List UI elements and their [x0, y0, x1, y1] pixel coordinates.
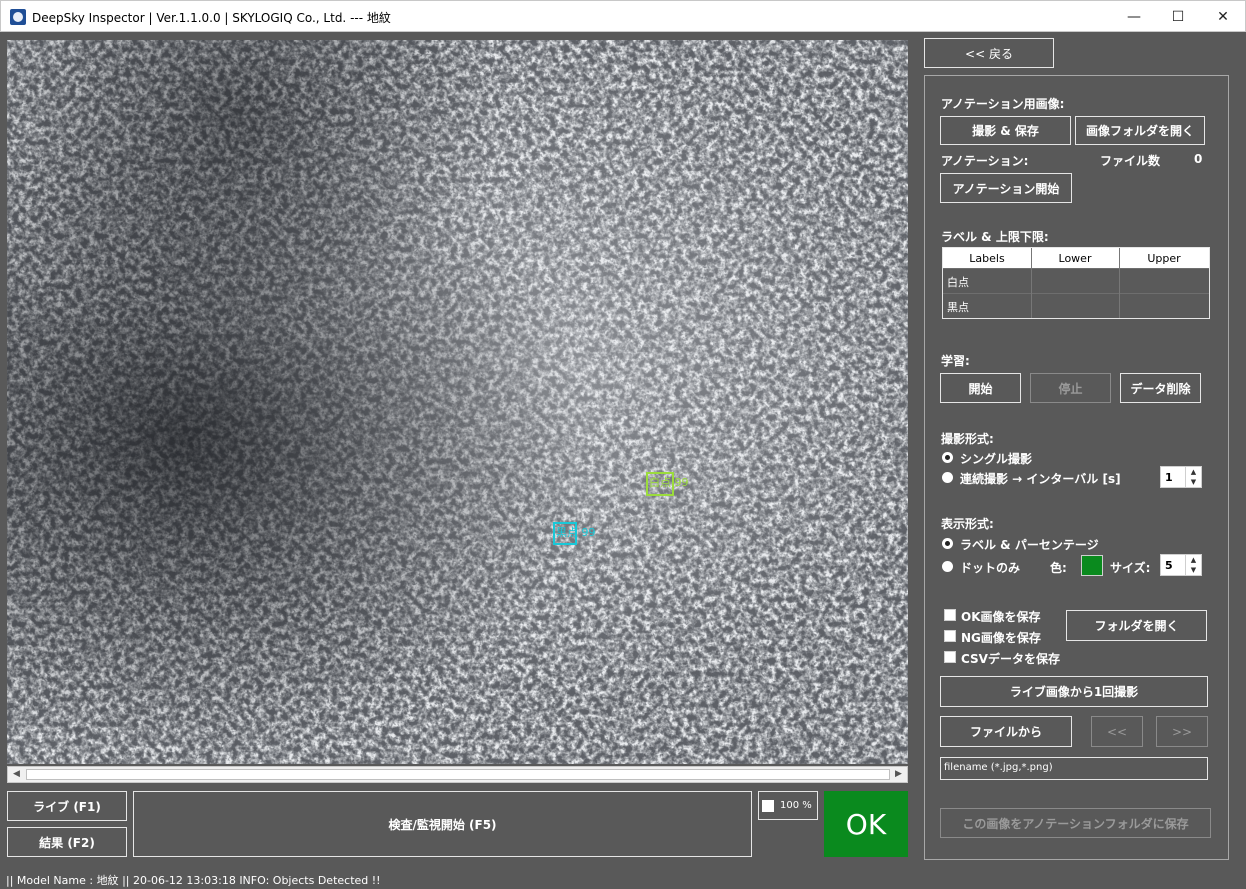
- learn-stop-button[interactable]: 停止: [1030, 373, 1111, 403]
- annotation-image-heading: アノテーション用画像:: [941, 97, 1065, 111]
- column-header-upper: Upper: [1147, 252, 1181, 265]
- result-button[interactable]: 結果 (F2): [7, 827, 127, 857]
- dots-only-label: ドットのみ: [960, 561, 1021, 575]
- table-header: Labels Lower Upper: [943, 248, 1209, 268]
- single-capture-label: シングル撮影: [960, 452, 1033, 466]
- stepper-down-icon[interactable]: ▼: [1185, 565, 1201, 575]
- dot-color-swatch[interactable]: [1081, 555, 1103, 576]
- status-bar: || Model Name : 地紋 || 20-06-12 13:03:18 …: [0, 870, 1246, 889]
- display-mode-heading: 表示形式:: [941, 517, 994, 531]
- annotation-heading: アノテーション:: [941, 154, 1029, 168]
- zoom-checkbox[interactable]: [762, 799, 774, 812]
- single-capture-radio[interactable]: [942, 452, 953, 463]
- learn-start-button[interactable]: 開始: [940, 373, 1021, 403]
- file-count-label: ファイル数: [1100, 154, 1161, 168]
- delete-data-button[interactable]: データ削除: [1120, 373, 1201, 403]
- back-button[interactable]: << 戻る: [924, 38, 1054, 68]
- save-ok-label: OK画像を保存: [961, 610, 1041, 624]
- live-button[interactable]: ライブ (F1): [7, 791, 127, 821]
- inspect-start-button[interactable]: 検査/監視開始 (F5): [133, 791, 752, 857]
- open-image-folder-button[interactable]: 画像フォルダを開く: [1075, 116, 1205, 145]
- table-cell-label: 白点: [947, 276, 969, 289]
- save-ng-label: NG画像を保存: [961, 631, 1041, 645]
- file-count-value: 0: [1194, 152, 1203, 166]
- save-ok-checkbox[interactable]: [944, 609, 956, 621]
- table-divider: [1119, 248, 1120, 318]
- column-header-labels: Labels: [969, 252, 1005, 265]
- learning-heading: 学習:: [941, 354, 970, 368]
- next-image-button[interactable]: >>: [1156, 716, 1208, 747]
- capture-once-button[interactable]: ライブ画像から1回撮影: [940, 676, 1208, 707]
- continuous-capture-label: 連続撮影 → インターバル [s]: [960, 472, 1121, 486]
- zoom-100-toggle[interactable]: 100 %: [758, 791, 818, 820]
- horizontal-scrollbar[interactable]: ◀ ▶: [7, 766, 908, 783]
- start-annotation-button[interactable]: アノテーション開始: [940, 173, 1072, 203]
- maximize-button[interactable]: ☐: [1155, 1, 1201, 32]
- from-file-button[interactable]: ファイルから: [940, 716, 1072, 747]
- dots-only-radio[interactable]: [942, 561, 953, 572]
- scrollbar-thumb[interactable]: [26, 769, 890, 780]
- label-limits-table[interactable]: Labels Lower Upper 白点 黒点: [942, 247, 1210, 319]
- stepper-up-icon[interactable]: ▲: [1185, 467, 1201, 477]
- size-label: サイズ:: [1110, 561, 1151, 575]
- minimize-button[interactable]: —: [1111, 1, 1157, 32]
- camera-image-viewer[interactable]: 白点 99 黒点 99: [7, 40, 908, 764]
- color-label: 色:: [1050, 561, 1067, 575]
- title-bar: DeepSky Inspector | Ver.1.1.0.0 | SKYLOG…: [0, 0, 1246, 32]
- interval-stepper[interactable]: 1 ▲ ▼: [1160, 466, 1202, 488]
- save-to-annotation-folder-button[interactable]: この画像をアノテーションフォルダに保存: [940, 808, 1211, 838]
- open-folder-button[interactable]: フォルダを開く: [1066, 610, 1207, 641]
- table-row[interactable]: 黒点: [943, 293, 1209, 318]
- scroll-left-arrow-icon[interactable]: ◀: [8, 767, 25, 782]
- close-button[interactable]: ✕: [1200, 1, 1246, 32]
- window-title: DeepSky Inspector | Ver.1.1.0.0 | SKYLOG…: [32, 11, 391, 25]
- save-csv-label: CSVデータを保存: [961, 652, 1060, 666]
- interval-value: 1: [1165, 471, 1173, 484]
- table-cell-label: 黒点: [947, 301, 969, 314]
- stepper-up-icon[interactable]: ▲: [1185, 555, 1201, 565]
- stepper-down-icon[interactable]: ▼: [1185, 477, 1201, 487]
- result-status-indicator: OK: [824, 791, 908, 857]
- app-logo-icon: [10, 9, 26, 25]
- table-divider: [1031, 248, 1032, 318]
- label-limits-heading: ラベル & 上限下限:: [941, 230, 1049, 244]
- scroll-right-arrow-icon[interactable]: ▶: [890, 767, 907, 782]
- label-percentage-radio[interactable]: [942, 538, 953, 549]
- column-header-lower: Lower: [1058, 252, 1092, 265]
- detection-label-black-spot: 黒点 99: [556, 526, 596, 539]
- capture-save-button[interactable]: 撮影 & 保存: [940, 116, 1071, 145]
- capture-mode-heading: 撮影形式:: [941, 432, 994, 446]
- surface-texture-image: [7, 40, 908, 764]
- prev-image-button[interactable]: <<: [1091, 716, 1143, 747]
- label-percentage-label: ラベル & パーセンテージ: [960, 538, 1099, 552]
- filename-field[interactable]: filename (*.jpg,*.png): [940, 757, 1208, 780]
- size-value: 5: [1165, 559, 1173, 572]
- zoom-label: 100 %: [780, 800, 812, 811]
- save-ng-checkbox[interactable]: [944, 630, 956, 642]
- table-row[interactable]: 白点: [943, 268, 1209, 293]
- save-csv-checkbox[interactable]: [944, 651, 956, 663]
- continuous-capture-radio[interactable]: [942, 472, 953, 483]
- size-stepper[interactable]: 5 ▲ ▼: [1160, 554, 1202, 576]
- detection-label-white-spot: 白点 99: [649, 476, 689, 489]
